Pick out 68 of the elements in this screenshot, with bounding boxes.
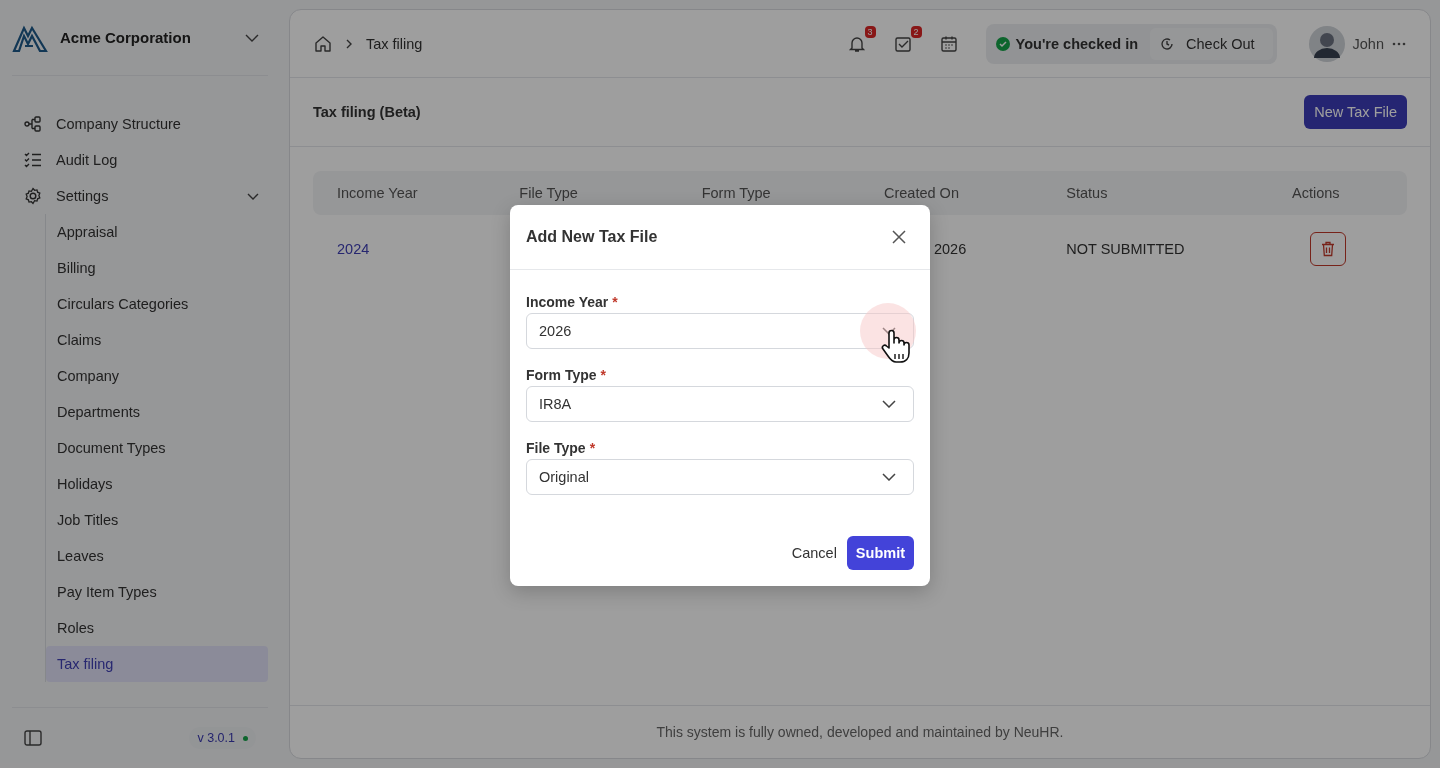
delete-button[interactable] [1309, 232, 1346, 266]
field-label: File Type [526, 440, 586, 456]
sidebar-item[interactable]: Company Structure [12, 106, 288, 142]
modal-title: Add New Tax File [526, 228, 658, 246]
breadcrumb-current: Tax filing [366, 35, 423, 52]
select-field[interactable]: Original [526, 459, 914, 495]
income-year-link[interactable]: 2024 [337, 241, 370, 257]
check-in-status: You're checked in [1015, 35, 1139, 52]
new-tax-file-button[interactable]: New Tax File [1304, 95, 1407, 129]
field-label: Income Year [526, 294, 609, 310]
select-field[interactable]: 2026 [526, 313, 914, 349]
home-icon[interactable] [314, 34, 332, 53]
required-mark: * [612, 294, 618, 310]
trash-icon [1320, 241, 1335, 257]
sidebar-subitem[interactable]: Pay Item Types [46, 574, 268, 610]
check-out-button[interactable]: Check Out [1150, 27, 1273, 60]
more-icon[interactable] [1392, 41, 1406, 46]
bell-icon[interactable] [847, 34, 866, 53]
chevron-down-icon [882, 327, 896, 335]
sidebar-subitem[interactable]: Company [46, 358, 268, 394]
column-header: Income Year [336, 185, 419, 201]
cancel-button[interactable]: Cancel [789, 537, 839, 569]
submit-button[interactable]: Submit [846, 536, 914, 570]
task-check-icon[interactable] [893, 34, 912, 53]
notification-count: 3 [864, 25, 876, 38]
company-name: Acme Corporation [60, 29, 192, 46]
column-header: Actions [1291, 185, 1341, 201]
calendar-icon[interactable] [939, 34, 958, 53]
sidebar-subitem[interactable]: Appraisal [46, 214, 268, 250]
hierarchy-icon [24, 115, 42, 133]
column-header: File Type [518, 185, 579, 201]
sidebar-subitem[interactable]: Job Titles [46, 502, 268, 538]
required-mark: * [600, 367, 606, 383]
chevron-right-icon [344, 37, 354, 50]
sidebar-item[interactable]: Audit Log [12, 142, 288, 178]
clock-arrow-icon [1160, 36, 1175, 51]
sidebar-subitem[interactable]: Leaves [46, 538, 268, 574]
check-circle-icon [995, 36, 1010, 51]
table-cell: 2026 [934, 241, 967, 257]
sidebar-subitem[interactable]: Billing [46, 250, 268, 286]
sidebar-toggle-icon[interactable] [24, 730, 42, 746]
sidebar-subitem[interactable]: Holidays [46, 466, 268, 502]
hand-cursor-icon [880, 328, 912, 364]
logo-icon [12, 23, 48, 52]
column-header: Form Type [700, 185, 772, 201]
task-count: 2 [910, 25, 922, 38]
checklist-icon [24, 151, 42, 169]
column-header: Created On [883, 185, 960, 201]
column-header: Status [1065, 185, 1109, 201]
sidebar-subitem[interactable]: Roles [46, 610, 268, 646]
table-cell: NOT SUBMITTED [1066, 241, 1185, 257]
settings-icon [24, 187, 42, 205]
chevron-down-icon [882, 400, 896, 408]
sidebar-subitem[interactable]: Claims [46, 322, 268, 358]
required-mark: * [589, 440, 596, 456]
avatar[interactable] [1308, 25, 1345, 62]
sidebar-subitem[interactable]: Tax filing [46, 646, 268, 682]
chevron-down-icon [882, 473, 896, 481]
page-title: Tax filing (Beta) [313, 104, 421, 120]
sidebar-subitem[interactable]: Circulars Categories [46, 286, 268, 322]
settings-menu[interactable]: Settings [12, 178, 288, 214]
sidebar-subitem[interactable]: Departments [46, 394, 268, 430]
sidebar-subitem[interactable]: Document Types [46, 430, 268, 466]
close-icon[interactable] [892, 230, 906, 244]
user-name: John [1352, 35, 1384, 52]
select-field[interactable]: IR8A [526, 386, 914, 422]
footer-text: This system is fully owned, developed and maintained by NeuHR. [656, 724, 1064, 740]
field-label: Form Type [526, 367, 597, 383]
